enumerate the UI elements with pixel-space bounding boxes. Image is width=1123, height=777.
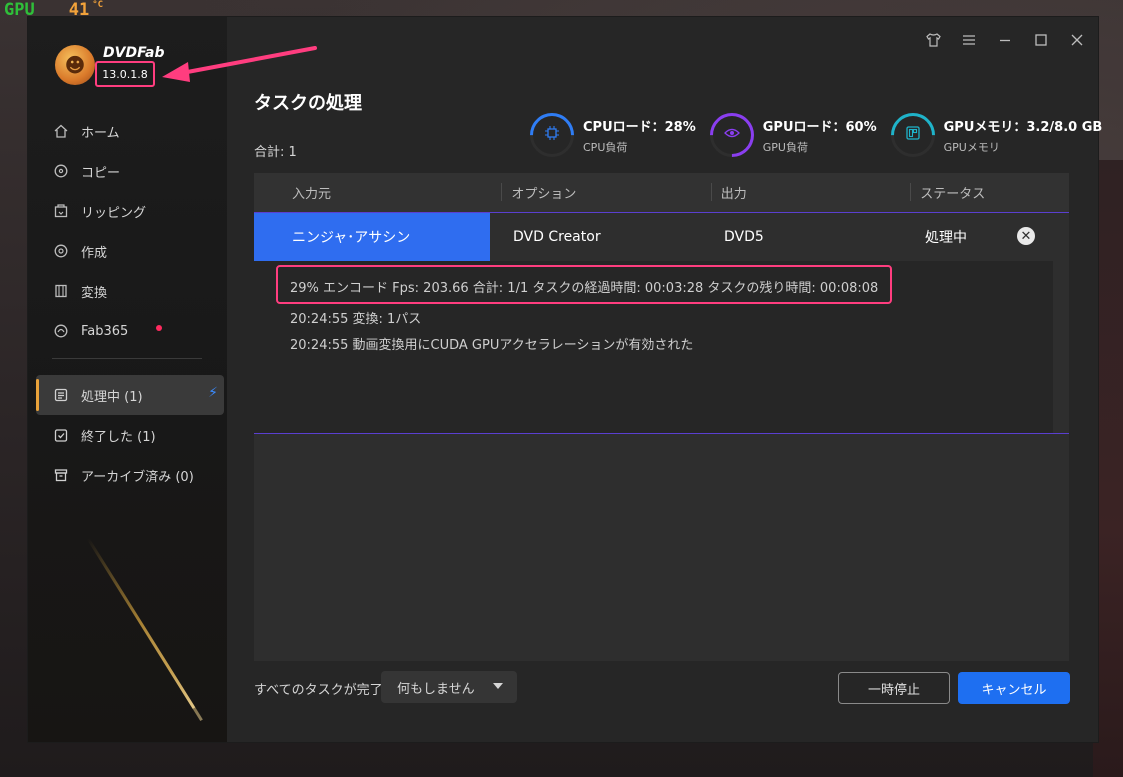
app-window: ☻ DVDFab 13.0.1.8 ホーム コピー リッピング 作成 変換 Fa… [27,16,1102,743]
task-table: 入力元 オプション 出力 ステータス ニンジャ･アサシン DVD Creator… [254,173,1069,661]
gpu-load-gauge [700,103,763,167]
sidebar-item-label: ホーム [81,125,120,141]
sidebar-item-label: 終了した (1) [81,429,156,445]
gpu-memory-title: GPUメモリ：3.2/8.0 GB [943,119,1103,135]
window-controls [924,31,1086,49]
log-line: 20:24:55 動画変換用にCUDA GPUアクセラレーションが有効された [290,338,694,353]
table-row[interactable]: ニンジャ･アサシン DVD Creator DVD5 処理中 ✕ [254,212,1069,261]
sidebar-item-label: 処理中 (1) [81,389,143,405]
log-scrollbar[interactable] [1053,261,1069,434]
sidebar-item-ripping[interactable]: リッピング [28,191,227,231]
resource-stats: CPUロード：28% CPU負荷 GPUロード：60% GPU負荷 GPUメモリ… [520,103,1116,167]
sidebar-item-processing[interactable]: 処理中 (1) ⚡ [36,375,224,415]
task-log-panel: 29% エンコード Fps: 203.66 合計: 1/1 タスクの経過時間: … [254,261,1069,434]
column-header-source: 入力元 [292,187,332,202]
maximize-icon[interactable] [1032,31,1050,49]
main-panel: タスクの処理 合計: 1 CPUロード：28% CPU負荷 GPUロード：60%… [227,17,1102,742]
gauge-arc [520,103,584,167]
sidebar-divider [52,358,202,359]
processing-icon [53,387,69,403]
cpu-load-gauge [520,103,584,167]
monkey-logo-icon: ☻ [55,45,95,85]
log-line: 20:24:55 変換: 1パス [290,312,422,327]
home-icon [53,123,69,139]
lightning-icon: ⚡ [208,385,218,401]
cpu-load-title: CPUロード：28% [583,119,696,135]
column-header-status: ステータス [910,173,1069,212]
pause-button[interactable]: 一時停止 [838,672,950,704]
version-label: 13.0.1.8 [95,61,155,87]
cell-output: DVD5 [724,229,764,245]
main-nav: ホーム コピー リッピング 作成 変換 Fab365 [28,111,227,351]
task-queue-nav: 処理中 (1) ⚡ 終了した (1) アーカイブ済み (0) [28,375,227,495]
gpu-memory-stat: GPUメモリ：3.2/8.0 GB GPUメモリ [881,103,1103,167]
sidebar-item-fab365[interactable]: Fab365 [28,311,227,351]
sidebar: ☻ DVDFab 13.0.1.8 ホーム コピー リッピング 作成 変換 Fa… [28,17,227,742]
close-icon[interactable] [1068,31,1086,49]
gpu-memory-sub: GPUメモリ [943,140,1000,154]
sidebar-item-copy[interactable]: コピー [28,151,227,191]
cpu-load-sub: CPU負荷 [583,140,628,154]
gpu-load-stat: GPUロード：60% GPU負荷 [700,103,877,167]
skin-icon[interactable] [924,31,942,49]
table-header: 入力元 オプション 出力 ステータス [254,173,1069,213]
sidebar-decoration [136,617,203,722]
sidebar-item-label: 作成 [81,245,108,261]
copy-icon [53,163,69,179]
gpu-load-title: GPUロード：60% [762,119,877,135]
finished-icon [53,427,69,443]
when-done-select[interactable]: 何もしません [381,671,517,703]
remove-task-button[interactable]: ✕ [1017,227,1035,245]
gauge-arc [700,103,763,167]
sidebar-item-label: 変換 [81,285,108,301]
gauge-arc [881,103,944,167]
minimize-icon[interactable] [996,31,1014,49]
gpu-temp-unit: °C [92,0,104,10]
menu-icon[interactable] [960,31,978,49]
sidebar-item-convert[interactable]: 変換 [28,271,227,311]
log-progress-line: 29% エンコード Fps: 203.66 合計: 1/1 タスクの経過時間: … [290,281,879,296]
sidebar-item-archived[interactable]: アーカイブ済み (0) [28,455,227,495]
sidebar-item-creator[interactable]: 作成 [28,231,227,271]
notification-dot [156,325,162,331]
cpu-load-stat: CPUロード：28% CPU負荷 [520,103,696,167]
gpu-memory-gauge [881,103,944,167]
panel-border [254,433,1069,434]
cell-option: DVD Creator [513,229,601,245]
gpu-load-sub: GPU負荷 [762,140,808,154]
cell-source: ニンジャ･アサシン [292,230,411,246]
convert-icon [53,283,69,299]
sidebar-item-label: アーカイブ済み (0) [81,469,194,485]
column-header-option: オプション [501,173,710,212]
app-logo: ☻ DVDFab [55,45,165,85]
archive-icon [53,467,69,483]
sidebar-item-label: リッピング [81,205,147,221]
fab365-icon [53,323,69,339]
when-done-label: すべてのタスクが完了： [254,683,396,698]
column-header-output: 出力 [710,173,910,212]
ripping-icon [53,203,69,219]
task-total: 合計: 1 [254,145,297,160]
creator-icon [53,243,69,259]
annotation-arrow [162,46,317,82]
caret-down-icon [493,683,503,689]
page-title: タスクの処理 [254,93,362,114]
sidebar-item-home[interactable]: ホーム [28,111,227,151]
cancel-button[interactable]: キャンセル [958,672,1070,704]
sidebar-item-label: Fab365 [81,323,129,339]
when-done-value: 何もしません [397,681,475,697]
sidebar-item-finished[interactable]: 終了した (1) [28,415,227,455]
sidebar-item-label: コピー [81,165,121,181]
